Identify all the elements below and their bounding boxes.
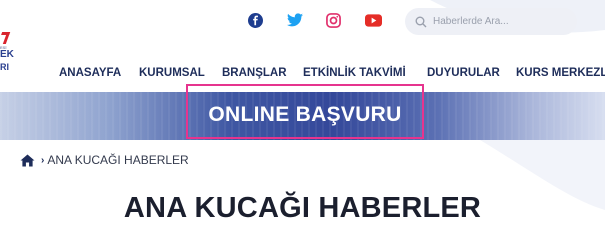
online-application-label: ONLINE BAŞVURU [208,102,402,126]
youtube-icon [365,14,382,27]
facebook-link[interactable] [248,13,263,33]
logo-text-line2: EK [0,49,14,60]
search-icon [415,16,427,27]
page-title: ANA KUCAĞI HABERLER [123,192,482,224]
twitter-icon [287,13,303,27]
logo-mark [0,32,11,44]
nav-item-anasayfa[interactable]: ANASAYFA [59,67,121,79]
youtube-link[interactable] [365,14,382,32]
search-input[interactable] [433,16,573,27]
nav-item-kurumsal[interactable]: KURUMSAL [139,67,205,79]
twitter-link[interactable] [287,13,303,32]
facebook-icon [248,13,263,28]
logo-text-line3: RI [0,62,9,72]
nav-item-kurs-merkezleri[interactable]: KURS MERKEZL [516,67,605,79]
nav-item-branslar[interactable]: BRANŞLAR [222,67,287,79]
chevron-right-icon: › [41,154,45,166]
instagram-link[interactable] [326,13,341,33]
site-logo[interactable]: ESİ EK RI [0,30,14,80]
instagram-icon [326,13,341,28]
breadcrumb-current: ANA KUCAĞI HABERLER [47,153,189,167]
nav-item-etkinlik-takvimi[interactable]: ETKİNLİK TAKVİMİ [303,67,406,79]
breadcrumb: › ANA KUCAĞI HABERLER [20,153,189,167]
search-box[interactable] [405,8,577,35]
home-icon[interactable] [20,153,35,167]
nav-item-duyurular[interactable]: DUYURULAR [427,67,500,79]
online-application-button[interactable]: ONLINE BAŞVURU [186,84,424,139]
